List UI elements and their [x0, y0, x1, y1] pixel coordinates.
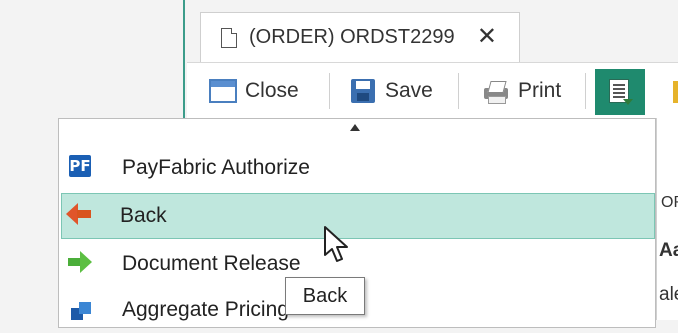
toolbar-divider	[585, 73, 586, 109]
toolbar-divider	[329, 73, 330, 109]
close-button[interactable]: Close	[209, 71, 299, 111]
menu-item-label: Back	[120, 204, 167, 227]
save-button-label: Save	[385, 79, 433, 102]
document-tab[interactable]: (ORDER) ORDST2299 ✕	[200, 12, 520, 62]
printer-icon	[482, 79, 510, 104]
chevron-down-icon	[623, 99, 633, 105]
print-button[interactable]: Print	[482, 71, 561, 111]
save-icon	[351, 79, 375, 103]
payfabric-icon: PF	[69, 155, 91, 177]
menu-item-label: Document Release	[122, 252, 301, 275]
menu-item-label: PayFabric Authorize	[122, 156, 310, 179]
document-icon	[219, 26, 239, 50]
document-list-dropdown-button[interactable]	[595, 69, 645, 115]
order-form-panel: ORDER Aa ale	[656, 118, 678, 320]
menu-pointer-caret	[350, 124, 360, 131]
close-button-label: Close	[245, 79, 299, 102]
close-tab-icon[interactable]: ✕	[477, 23, 497, 51]
arrow-right-icon	[67, 249, 93, 280]
section-heading: Aa	[659, 240, 678, 261]
menu-item-label: Aggregate Pricing	[122, 298, 289, 321]
print-button-label: Print	[518, 79, 562, 102]
menu-item-back[interactable]: Back	[61, 193, 655, 239]
tab-title: (ORDER) ORDST2299	[249, 26, 455, 48]
save-button[interactable]: Save	[351, 71, 433, 111]
menu-item-payfabric-authorize[interactable]: PF PayFabric Authorize	[61, 145, 655, 191]
tooltip: Back	[285, 277, 365, 315]
mouse-cursor-icon	[324, 226, 348, 262]
toolbar: Close Save Print	[187, 62, 678, 119]
aggregate-icon	[71, 292, 97, 328]
toolbar-divider	[458, 73, 459, 109]
order-field-label: ORDER	[661, 194, 678, 211]
field-label: ale	[659, 284, 678, 305]
next-toolbar-icon[interactable]	[673, 81, 678, 103]
window-close-icon	[209, 79, 237, 103]
arrow-left-icon	[66, 201, 92, 232]
